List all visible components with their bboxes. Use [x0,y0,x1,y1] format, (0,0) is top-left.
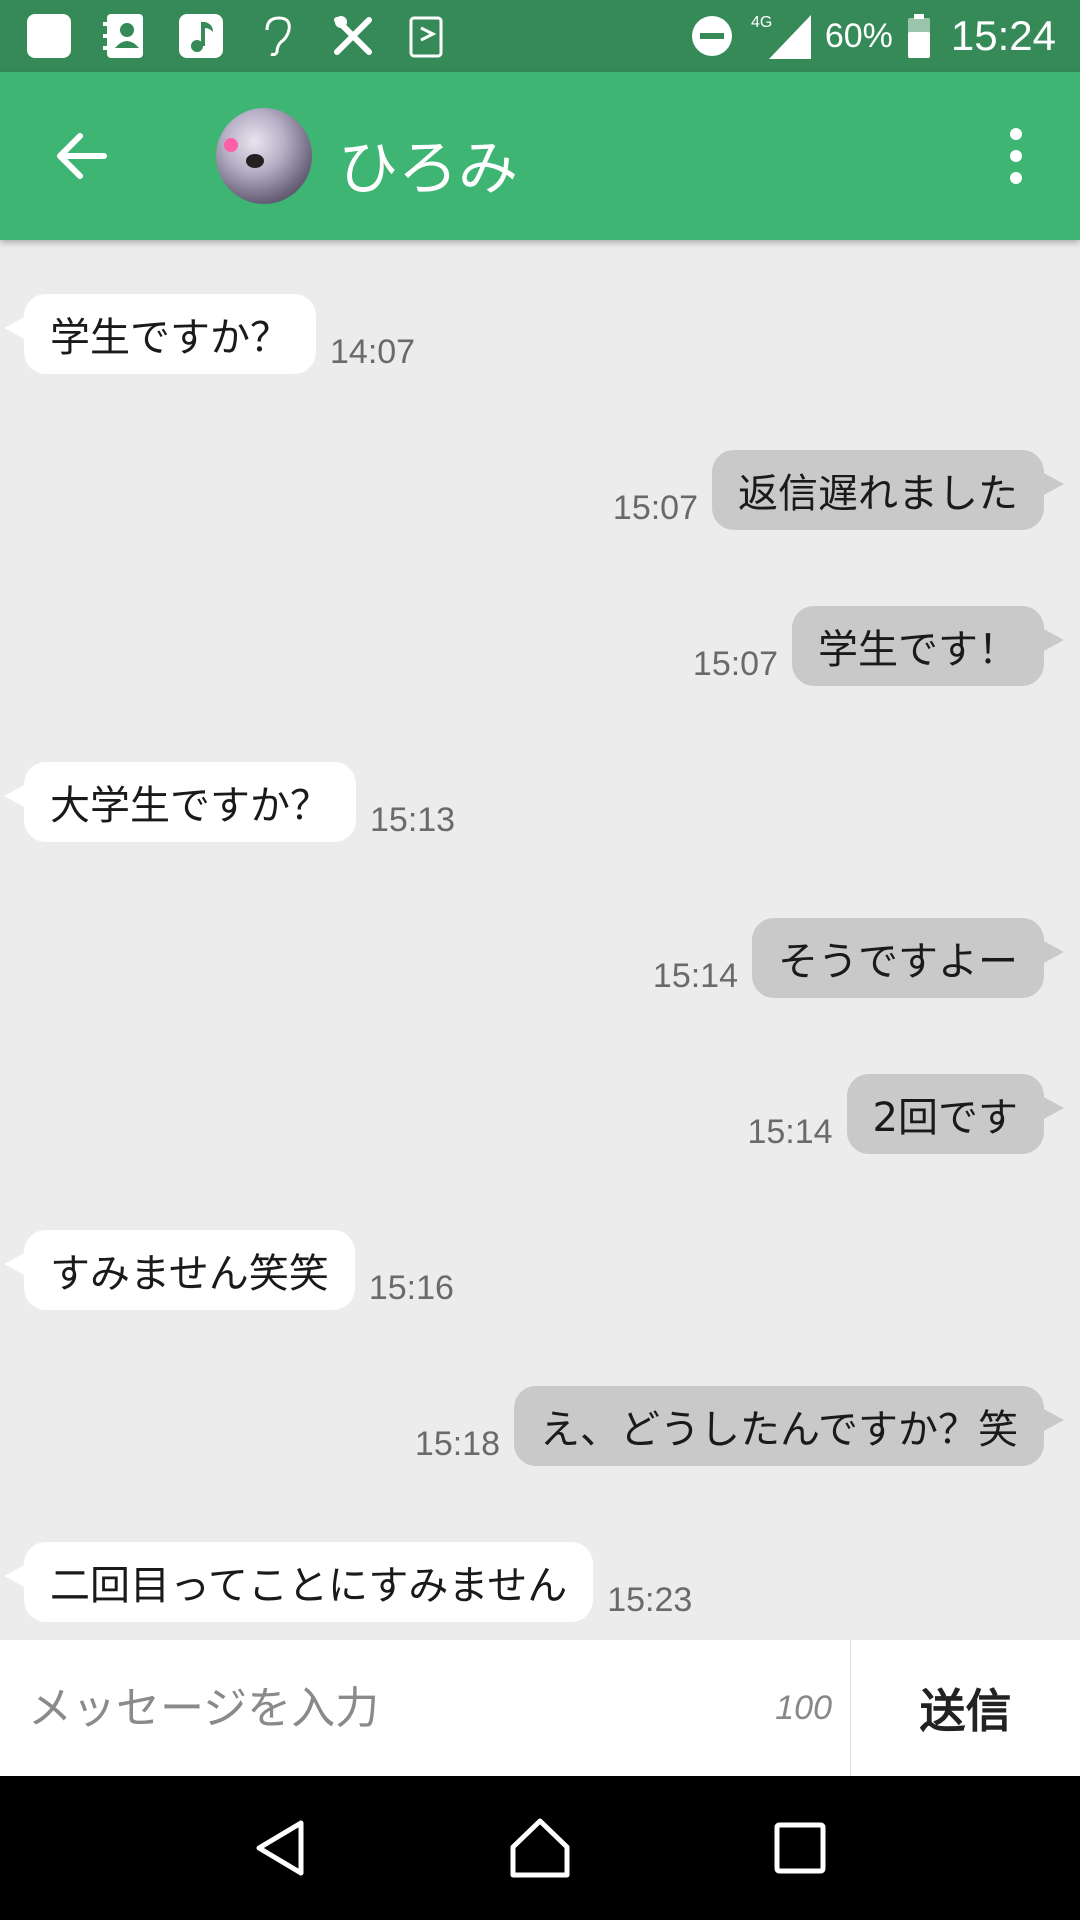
message-time: 15:14 [652,957,738,995]
nav-home-button[interactable] [500,1808,580,1888]
message-time: 15:14 [747,1113,833,1151]
message-time: 15:07 [612,489,698,527]
message-bubble[interactable]: 学生ですか？ [4,294,316,374]
compose-bar: 100 送信 [0,1640,1080,1776]
message-bubble[interactable]: 2回です [846,1074,1065,1154]
message-time: 15:18 [414,1425,500,1463]
message-item: 15:18 え、どうしたんですか？笑 [414,1386,1064,1466]
send-button[interactable]: 送信 [851,1640,1080,1776]
message-item: 学生ですか？ 14:07 [4,294,416,374]
system-nav-bar [0,1776,1080,1920]
message-bubble[interactable]: すみません笑笑 [4,1230,355,1310]
char-count: 100 [775,1688,832,1727]
contact-name[interactable]: ひろみ [338,120,518,207]
home-icon [510,1818,570,1878]
back-button[interactable] [50,124,114,188]
flower-sticker-icon [224,138,238,152]
signal-4g-icon: 4G [749,11,813,61]
arrow-left-icon [57,133,107,179]
message-text: 返信遅れました [738,471,1018,517]
back-triangle-icon [256,1820,304,1876]
cards-icon [404,11,454,61]
network-label: 4G [751,14,772,31]
message-text: 学生です！ [818,627,1018,673]
message-time: 15:13 [370,801,456,839]
recents-icon [774,1822,826,1874]
more-vert-dot [1010,172,1022,184]
message-item: 15:07 学生です！ [692,606,1064,686]
message-input[interactable] [0,1640,760,1776]
more-vert-icon [1010,128,1022,140]
message-bubble[interactable]: 二回目ってことにすみません [3,1542,594,1622]
message-bubble[interactable]: 学生です！ [792,606,1064,686]
battery-percent: 60% [824,16,893,55]
hearing-icon [252,11,302,61]
message-item: 二回目ってことにすみません 15:23 [3,1542,693,1622]
message-bubble[interactable]: 大学生ですか？ [4,762,356,842]
do-not-disturb-icon [687,11,737,61]
battery-icon [905,11,933,61]
message-text: すみません笑笑 [50,1251,329,1297]
message-item: 大学生ですか？ 15:13 [4,762,456,842]
message-time: 15:23 [607,1581,693,1619]
more-vert-dot [1010,150,1022,162]
message-text: そうですよー [778,939,1018,985]
nav-recents-button[interactable] [760,1808,840,1888]
message-text: 二回目ってことにすみません [50,1563,568,1609]
chat-area[interactable]: 学生ですか？ 14:07 15:07 返信遅れました 15:07 学生です！ 大… [0,240,1080,1640]
message-item: すみません笑笑 15:16 [4,1230,454,1310]
message-time: 15:16 [368,1269,454,1307]
message-bubble[interactable]: そうですよー [752,918,1064,998]
message-text: 大学生ですか？ [50,783,330,829]
status-bar: 4G 60% 15:24 [0,0,1080,72]
message-item: 15:07 返信遅れました [612,450,1064,530]
tools-icon [328,11,378,61]
message-time: 15:07 [692,645,778,683]
message-item: 15:14 2回です [747,1074,1065,1154]
clock: 15:24 [950,12,1056,59]
message-bubble[interactable]: 返信遅れました [712,450,1064,530]
more-options-button[interactable] [992,120,1040,192]
contacts-icon [100,11,150,61]
message-item: 15:14 そうですよー [652,918,1064,998]
message-text: 学生ですか？ [50,315,290,361]
message-bubble[interactable]: え、どうしたんですか？笑 [514,1386,1064,1466]
avatar[interactable] [216,108,312,204]
message-time: 14:07 [330,333,416,371]
message-text: 2回です [872,1095,1018,1141]
nav-back-button[interactable] [240,1808,320,1888]
app-bar: ひろみ [0,72,1080,240]
music-icon [176,11,226,61]
notification-square-icon [24,11,74,61]
message-text: え、どうしたんですか？笑 [540,1407,1018,1453]
nose-sticker-icon [246,154,264,168]
